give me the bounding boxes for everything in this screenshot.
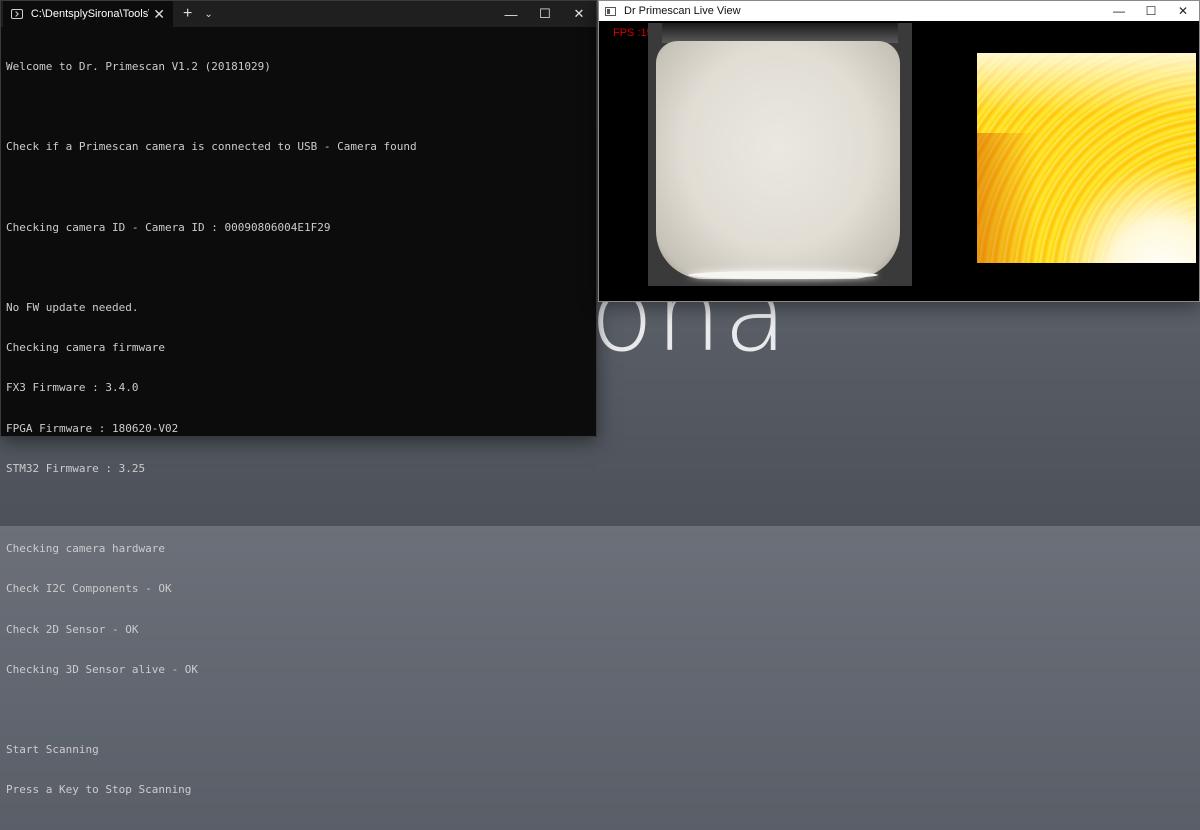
terminal-output[interactable]: Welcome to Dr. Primescan V1.2 (20181029)…: [1, 27, 596, 830]
terminal-line: Checking camera ID - Camera ID : 0009080…: [6, 220, 331, 234]
terminal-window[interactable]: C:\DentsplySirona\Tools\DrPr ✕ + ⌄ — ☐ ✕…: [0, 0, 597, 796]
terminal-line: Welcome to Dr. Primescan V1.2 (20181029): [6, 59, 271, 73]
terminal-icon: [11, 9, 23, 19]
tab-close-icon[interactable]: ✕: [153, 7, 165, 21]
tab-dropdown-icon[interactable]: ⌄: [204, 9, 212, 20]
terminal-minimize-button[interactable]: —: [494, 1, 528, 27]
live-view-title: Dr Primescan Live View: [624, 5, 741, 17]
terminal-line: FPGA Firmware : 180620-V02: [6, 421, 179, 435]
terminal-line: FX3 Firmware : 3.4.0: [6, 381, 139, 395]
camera-2d-feed: [648, 23, 912, 286]
camera-3d-highlight: [977, 53, 1196, 113]
terminal-maximize-button[interactable]: ☐: [528, 1, 562, 27]
terminal-line: Press a Key to Stop Scanning: [6, 783, 192, 797]
camera-2d-glare: [688, 271, 878, 279]
tab-title: C:\DentsplySirona\Tools\DrPr: [30, 8, 149, 20]
live-view-titlebar[interactable]: Dr Primescan Live View — ☐ ✕: [599, 1, 1199, 21]
camera-2d-image: [656, 41, 900, 279]
terminal-close-button[interactable]: ✕: [562, 1, 596, 27]
live-minimize-button[interactable]: —: [1103, 1, 1135, 21]
camera-3d-feed: [977, 53, 1196, 263]
terminal-line: No FW update needed.: [6, 301, 139, 315]
terminal-tab[interactable]: C:\DentsplySirona\Tools\DrPr ✕: [3, 1, 173, 27]
new-tab-button[interactable]: +: [183, 6, 192, 22]
camera-3d-shade: [977, 133, 1037, 263]
terminal-line: Check 2D Sensor - OK: [6, 622, 139, 636]
terminal-line: Check if a Primescan camera is connected…: [6, 140, 417, 154]
window-app-icon: [605, 6, 616, 16]
camera-2d-lens-edge: [662, 23, 898, 43]
live-maximize-button[interactable]: ☐: [1135, 1, 1167, 21]
live-view-window[interactable]: Dr Primescan Live View — ☐ ✕ FPS :15.6: [598, 0, 1200, 302]
terminal-line: Check I2C Components - OK: [6, 582, 172, 596]
terminal-line: STM32 Firmware : 3.25: [6, 461, 146, 475]
terminal-line: Checking camera hardware: [6, 542, 165, 556]
terminal-titlebar[interactable]: C:\DentsplySirona\Tools\DrPr ✕ + ⌄ — ☐ ✕: [1, 1, 596, 27]
live-close-button[interactable]: ✕: [1167, 1, 1199, 21]
terminal-line: Checking 3D Sensor alive - OK: [6, 662, 199, 676]
terminal-line: Start Scanning: [6, 743, 99, 757]
terminal-line: Checking camera firmware: [6, 341, 165, 355]
